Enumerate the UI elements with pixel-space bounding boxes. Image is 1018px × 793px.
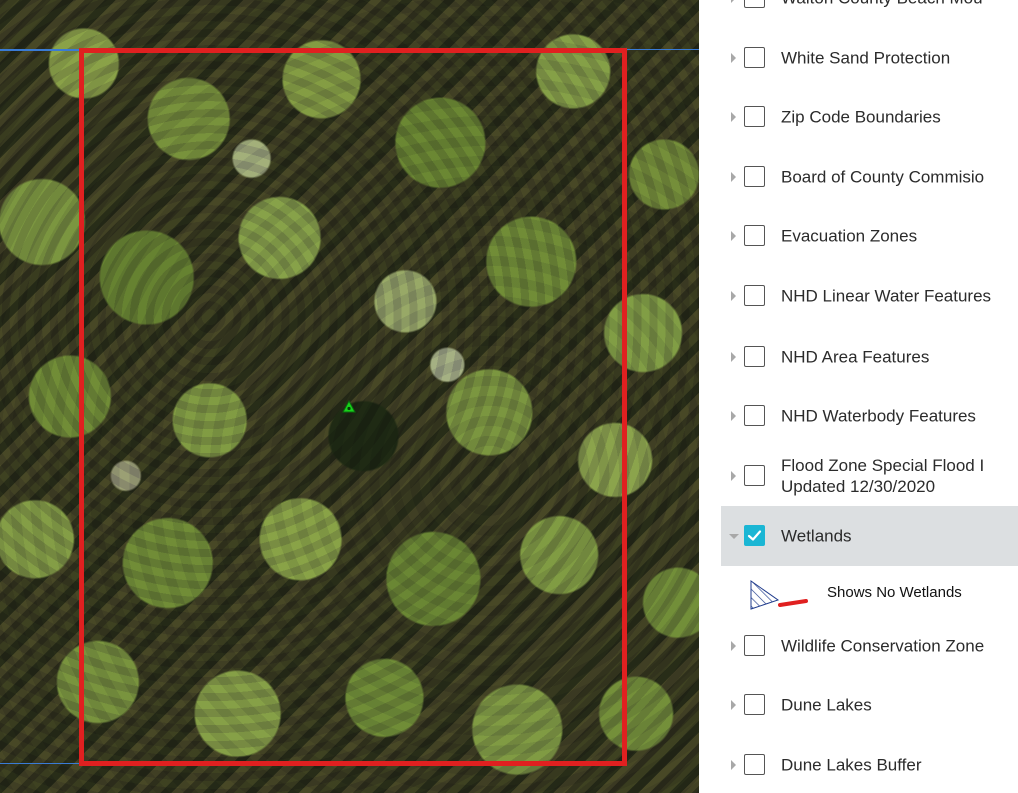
- wetlands-legend-swatch-icon: [750, 580, 808, 610]
- adjacent-parcel-line: [0, 763, 80, 764]
- layer-checkbox[interactable]: [744, 694, 765, 715]
- layer-label: NHD Waterbody Features: [781, 406, 976, 426]
- layer-checkbox[interactable]: [744, 405, 765, 426]
- layer-item-board-of-county-commissioners[interactable]: Board of County Commisio: [721, 147, 1018, 207]
- layer-label: Walton County Beach Mou: [781, 0, 983, 9]
- app-window: Walton County Beach Mou White Sand Prote…: [0, 0, 1018, 793]
- layer-checkbox[interactable]: [744, 106, 765, 127]
- expand-arrow-icon[interactable]: [731, 411, 736, 421]
- expand-arrow-icon[interactable]: [731, 172, 736, 182]
- layer-label: NHD Linear Water Features: [781, 286, 992, 306]
- expand-arrow-icon[interactable]: [731, 112, 736, 122]
- layer-label: Board of County Commisio: [781, 167, 985, 187]
- expand-arrow-icon[interactable]: [731, 700, 736, 710]
- layer-checkbox[interactable]: [744, 0, 765, 8]
- expand-arrow-icon[interactable]: [731, 231, 736, 241]
- checkmark-icon: [747, 530, 762, 541]
- layer-label: Dune Lakes: [781, 695, 872, 715]
- expand-arrow-icon[interactable]: [731, 471, 736, 481]
- layer-item-zip-code-boundaries[interactable]: Zip Code Boundaries: [721, 87, 1018, 147]
- expand-arrow-icon[interactable]: [731, 291, 736, 301]
- expand-arrow-icon[interactable]: [731, 0, 736, 3]
- aerial-map[interactable]: [0, 0, 699, 793]
- location-marker-icon[interactable]: [342, 400, 356, 414]
- expand-arrow-icon[interactable]: [731, 352, 736, 362]
- layer-item-wildlife-conservation-zone[interactable]: Wildlife Conservation Zone: [721, 616, 1018, 676]
- layer-checkbox[interactable]: [744, 225, 765, 246]
- layer-checkbox[interactable]: [744, 285, 765, 306]
- expand-arrow-icon[interactable]: [731, 53, 736, 63]
- collapse-arrow-icon[interactable]: [729, 534, 739, 539]
- layer-checkbox[interactable]: [744, 635, 765, 656]
- layer-item-dune-lakes-buffer[interactable]: Dune Lakes Buffer: [721, 735, 1018, 793]
- layer-checkbox[interactable]: [744, 754, 765, 775]
- layer-item-white-sand-protection[interactable]: White Sand Protection: [721, 28, 1018, 88]
- layer-item-nhd-waterbody-features[interactable]: NHD Waterbody Features: [721, 386, 1018, 446]
- layer-label-line: Updated 12/30/2020: [781, 477, 936, 496]
- layer-item-nhd-area-features[interactable]: NHD Area Features: [721, 327, 1018, 387]
- layer-item-dune-lakes[interactable]: Dune Lakes: [721, 675, 1018, 735]
- layer-item-wetlands[interactable]: Wetlands: [721, 506, 1018, 566]
- adjacent-parcel-line: [0, 49, 80, 51]
- layer-checkbox[interactable]: [744, 47, 765, 68]
- adjacent-parcel-line: [622, 49, 699, 50]
- layer-label: Evacuation Zones: [781, 226, 918, 246]
- layer-list-panel: Walton County Beach Mou White Sand Prote…: [699, 0, 1018, 793]
- layer-label: Zip Code Boundaries: [781, 107, 941, 127]
- legend-label: Shows No Wetlands: [827, 584, 962, 601]
- layer-label: Dune Lakes Buffer: [781, 755, 922, 775]
- layer-label-line: Flood Zone Special Flood I: [781, 456, 985, 475]
- expand-arrow-icon[interactable]: [731, 641, 736, 651]
- layer-label: White Sand Protection: [781, 48, 951, 68]
- layer-item-flood-zone[interactable]: Flood Zone Special Flood I Updated 12/30…: [721, 446, 1018, 506]
- layer-item-nhd-linear-water-features[interactable]: NHD Linear Water Features: [721, 266, 1018, 326]
- layer-label: Wetlands: [781, 526, 852, 546]
- expand-arrow-icon[interactable]: [731, 760, 736, 770]
- layer-checkbox[interactable]: [744, 346, 765, 367]
- layer-label: Wildlife Conservation Zone: [781, 636, 985, 656]
- layer-item-walton-county-beach[interactable]: Walton County Beach Mou: [721, 0, 1018, 28]
- layer-checkbox[interactable]: [744, 166, 765, 187]
- layer-label: Flood Zone Special Flood I Updated 12/30…: [781, 455, 1018, 497]
- layer-checkbox-checked[interactable]: [744, 525, 765, 546]
- layer-checkbox[interactable]: [744, 465, 765, 486]
- layer-item-evacuation-zones[interactable]: Evacuation Zones: [721, 206, 1018, 266]
- layer-label: NHD Area Features: [781, 347, 930, 367]
